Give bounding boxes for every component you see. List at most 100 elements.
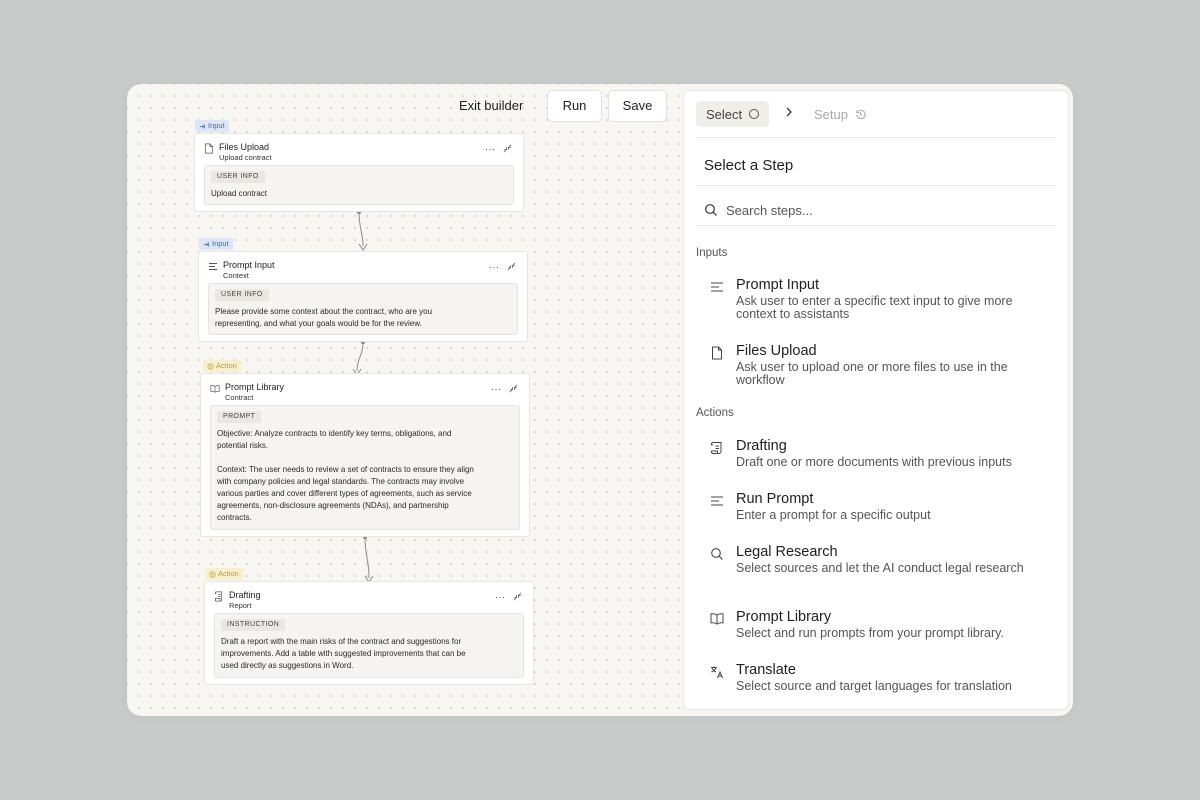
node-subtitle: Contract xyxy=(225,393,254,402)
step-desc: Select source and target languages for t… xyxy=(736,679,1012,693)
section-label-actions: Actions xyxy=(696,407,734,419)
node-title: Prompt Library xyxy=(225,382,285,392)
search-icon xyxy=(705,204,717,216)
collapse-icon[interactable] xyxy=(509,384,518,393)
collapse-icon[interactable] xyxy=(503,144,512,153)
file-icon xyxy=(712,346,722,360)
panel-title: Select a Step xyxy=(704,157,794,174)
step-desc: Enter a prompt for a specific output xyxy=(736,508,931,522)
file-icon xyxy=(204,143,214,154)
step-desc: Select and run prompts from your prompt … xyxy=(736,626,1004,640)
body-line-spacer xyxy=(217,452,513,464)
book-icon xyxy=(710,613,724,625)
more-options-icon[interactable]: ··· xyxy=(489,263,500,272)
body-line: Draft a report with the main risks of th… xyxy=(221,637,462,646)
node-tag-label: Action xyxy=(218,569,239,578)
text-lines-icon xyxy=(711,282,723,292)
section-label-inputs: Inputs xyxy=(696,247,728,259)
node-tag-action: Action xyxy=(203,360,241,372)
input-icon xyxy=(199,123,205,129)
step-name: Legal Research xyxy=(736,544,838,560)
step-nav-select[interactable]: Select xyxy=(696,101,770,127)
step-name: Run Prompt xyxy=(736,491,814,507)
body-line: potential risks. xyxy=(217,441,269,450)
search-input[interactable] xyxy=(726,202,1026,218)
node-body-text: Upload contract xyxy=(211,189,268,198)
divider xyxy=(696,137,1056,138)
step-item-translate[interactable]: Translate Select source and target langu… xyxy=(696,662,1056,702)
input-icon xyxy=(203,241,209,247)
node-body-text: Draft a report with the main risks of th… xyxy=(221,636,517,672)
node-body-text: Please provide some context about the co… xyxy=(215,306,511,330)
workflow-node-files-upload[interactable]: Files Upload Upload contract ··· USER IN… xyxy=(194,133,524,212)
step-item-files-upload[interactable]: Files Upload Ask user to upload one or m… xyxy=(696,343,1056,393)
body-line: Objective: Analyze contracts to identify… xyxy=(217,429,452,438)
node-tag-input: Input xyxy=(199,238,233,250)
step-item-prompt-library[interactable]: Prompt Library Select and run prompts fr… xyxy=(696,609,1056,649)
workflow-node-drafting[interactable]: Drafting Report ··· INSTRUCTION Draft a … xyxy=(204,581,534,685)
step-nav-setup[interactable]: Setup xyxy=(814,101,867,127)
step-name: Files Upload xyxy=(736,343,817,359)
step-desc: Select sources and let the AI conduct le… xyxy=(736,561,1024,575)
body-line: with company policies and legal standard… xyxy=(217,477,465,486)
workflow-builder-window: Input Files Upload Upload contract ··· U… xyxy=(127,84,1073,716)
node-title: Files Upload xyxy=(219,142,270,152)
node-header: Prompt Input Context xyxy=(208,260,275,280)
body-line: representing, and what your goals would … xyxy=(215,319,422,328)
body-line: used directly as suggestions in Word. xyxy=(221,661,354,670)
search-icon xyxy=(711,548,723,560)
workflow-node-prompt-input[interactable]: Prompt Input Context ··· USER INFO Pleas… xyxy=(198,251,528,342)
more-options-icon[interactable]: ··· xyxy=(485,145,496,154)
divider xyxy=(696,185,1056,186)
step-picker-panel: Select Setup Select a Step Inputs Prompt… xyxy=(683,90,1069,710)
workflow-canvas[interactable]: Input Files Upload Upload contract ··· U… xyxy=(127,84,683,716)
step-desc: Ask user to upload one or more files to … xyxy=(736,360,1008,387)
node-tag-label: Input xyxy=(208,121,225,130)
step-desc: Ask user to enter a specific text input … xyxy=(736,294,1013,321)
body-line: Please provide some context about the co… xyxy=(215,307,433,316)
collapse-icon[interactable] xyxy=(507,262,516,271)
body-line: improvements. Add a table with suggested… xyxy=(221,649,466,658)
body-line: contracts. xyxy=(217,513,252,522)
workflow-node-prompt-library[interactable]: Prompt Library Contract ··· PROMPT Objec… xyxy=(200,373,530,537)
collapse-icon[interactable] xyxy=(513,592,522,601)
node-subtitle: Upload contract xyxy=(219,153,272,162)
node-chip: INSTRUCTION xyxy=(221,619,286,631)
circle-icon xyxy=(749,109,760,119)
node-subtitle: Context xyxy=(223,271,249,280)
step-item-prompt-input[interactable]: Prompt Input Ask user to enter a specifi… xyxy=(696,277,1056,327)
step-name: Translate xyxy=(736,662,796,678)
exit-builder-button[interactable]: Exit builder xyxy=(451,92,531,120)
node-body-text: Objective: Analyze contracts to identify… xyxy=(217,428,513,524)
body-line: agreements, non-disclosure agreements (N… xyxy=(217,501,449,510)
run-button[interactable]: Run xyxy=(547,90,602,122)
step-item-run-prompt[interactable]: Run Prompt Enter a prompt for a specific… xyxy=(696,491,1056,531)
action-icon xyxy=(207,362,214,370)
node-title: Drafting xyxy=(229,590,261,600)
save-button[interactable]: Save xyxy=(608,90,667,122)
node-body: INSTRUCTION Draft a report with the main… xyxy=(214,613,524,678)
node-tag-label: Input xyxy=(212,239,229,248)
node-tag-action: Action xyxy=(205,568,243,580)
text-lines-icon xyxy=(711,496,723,506)
node-header: Drafting Report xyxy=(214,590,261,610)
scroll-icon xyxy=(214,591,223,602)
node-tag-input: Input xyxy=(195,120,229,132)
node-header: Files Upload Upload contract xyxy=(204,142,272,162)
search-bar xyxy=(696,195,1056,225)
node-chip: USER INFO xyxy=(215,289,269,301)
node-header: Prompt Library Contract xyxy=(210,382,284,402)
node-body: PROMPT Objective: Analyze contracts to i… xyxy=(210,405,520,530)
node-body: USER INFO Upload contract xyxy=(204,165,514,205)
more-options-icon[interactable]: ··· xyxy=(495,593,506,602)
translate-icon xyxy=(711,666,723,679)
step-nav-select-label: Select xyxy=(706,106,743,122)
step-name: Prompt Library xyxy=(736,609,832,625)
step-item-drafting[interactable]: Drafting Draft one or more documents wit… xyxy=(696,438,1056,478)
more-options-icon[interactable]: ··· xyxy=(491,385,502,394)
step-item-legal-research[interactable]: Legal Research Select sources and let th… xyxy=(696,544,1056,594)
divider xyxy=(696,225,1056,226)
history-icon xyxy=(856,109,866,119)
node-subtitle: Report xyxy=(229,601,252,610)
chevron-right-icon xyxy=(786,107,792,117)
